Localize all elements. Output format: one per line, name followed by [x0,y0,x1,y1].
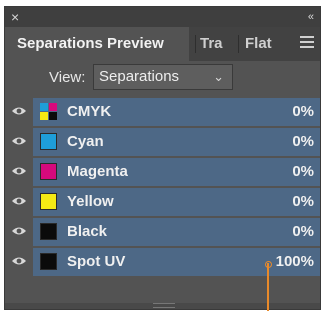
separation-row-yellow[interactable]: Yellow 0% [5,187,320,217]
separation-row-black[interactable]: Black 0% [5,217,320,247]
panel-titlebar: × « [5,7,320,27]
separation-name: Magenta [67,163,128,180]
eye-icon[interactable] [11,255,27,267]
eye-icon[interactable] [11,135,27,147]
cyan-swatch [40,133,57,150]
separation-percent: 0% [292,223,314,240]
separation-row-body: Magenta 0% [33,158,320,186]
panel-footer [5,303,320,309]
separation-percent: 100% [275,253,314,270]
separation-percent: 0% [292,133,314,150]
magenta-swatch [40,163,57,180]
black-swatch [40,223,57,240]
cmyk-composite-icon [40,103,57,120]
separation-name: CMYK [67,103,112,120]
callout-line [267,263,269,311]
eye-icon[interactable] [11,195,27,207]
spot-uv-swatch [40,253,57,270]
view-dropdown[interactable]: Separations ⌄ [93,64,233,90]
separation-name: Spot UV [67,253,126,270]
separation-row-body: Spot UV 100% [33,248,320,276]
yellow-swatch [40,193,57,210]
view-dropdown-value: Separations [99,68,180,85]
separation-percent: 0% [292,103,314,120]
separation-row-cmyk[interactable]: CMYK 0% [5,97,320,127]
separation-name: Black [67,223,108,240]
separation-percent: 0% [292,163,314,180]
eye-icon[interactable] [11,165,27,177]
tab-trap-presets[interactable]: Tra [200,27,232,61]
separation-row-spot-uv[interactable]: Spot UV 100% [5,247,320,277]
tab-divider [238,35,239,53]
separation-row-body: Black 0% [33,218,320,246]
separation-name: Yellow [67,193,114,210]
separation-row-body: CMYK 0% [33,98,320,126]
eye-icon[interactable] [11,105,27,117]
tab-divider [195,35,196,53]
resize-grip-icon[interactable] [153,303,175,308]
separation-row-cyan[interactable]: Cyan 0% [5,127,320,157]
view-label: View: [49,69,86,86]
chevron-down-icon: ⌄ [213,69,224,84]
separation-row-body: Yellow 0% [33,188,320,216]
tab-flattener-preview[interactable]: Flat [245,27,280,61]
panel-tabs: Separations Preview Tra Flat [5,27,320,61]
separation-row-body: Cyan 0% [33,128,320,156]
tab-separations-preview[interactable]: Separations Preview [5,27,189,61]
separations-preview-panel: × « Separations Preview Tra Flat View: S… [4,6,321,310]
collapse-icon[interactable]: « [308,8,314,26]
hamburger-menu-icon[interactable] [300,36,314,51]
close-icon[interactable]: × [11,8,19,26]
separation-percent: 0% [292,193,314,210]
eye-icon[interactable] [11,225,27,237]
separation-name: Cyan [67,133,104,150]
separation-row-magenta[interactable]: Magenta 0% [5,157,320,187]
